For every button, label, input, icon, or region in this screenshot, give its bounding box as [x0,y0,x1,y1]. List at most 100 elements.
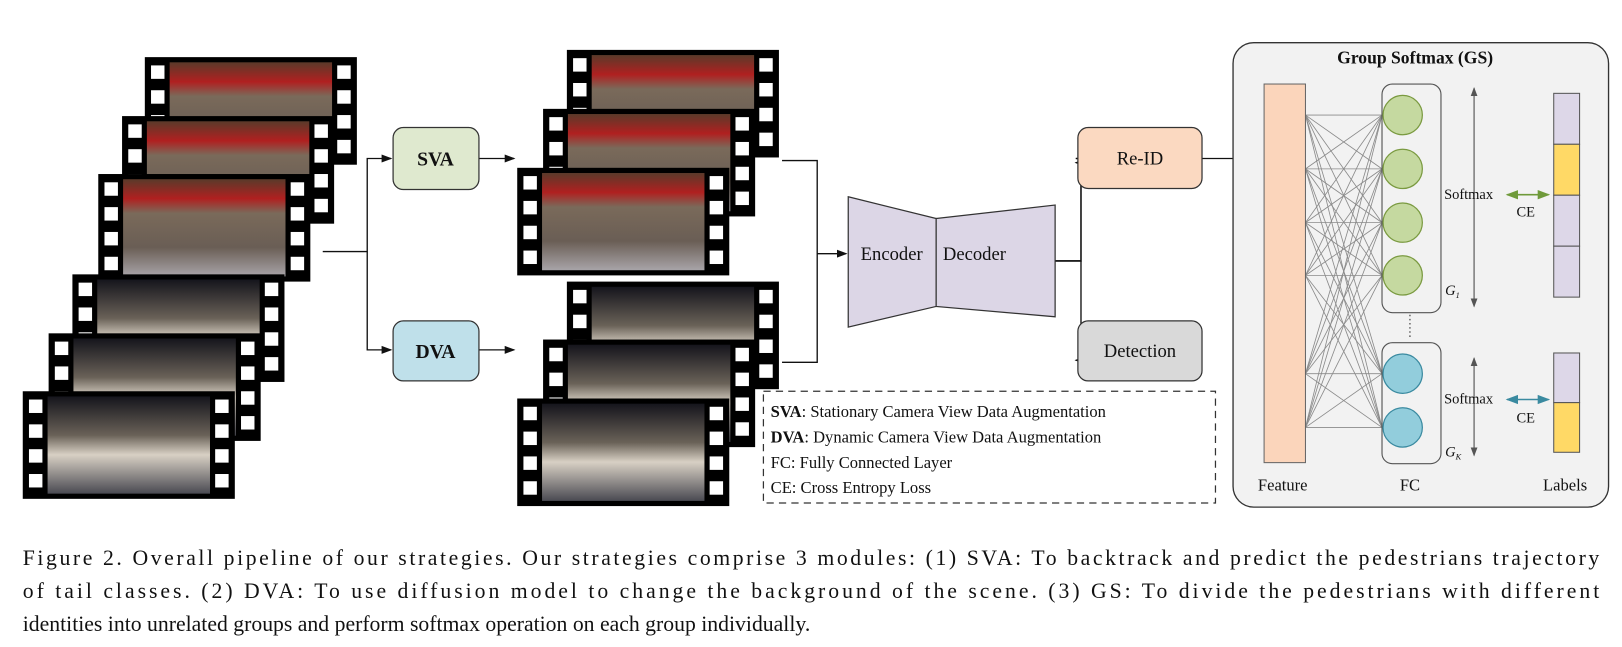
label-cell [1553,194,1581,247]
sprocket-hole [709,481,724,495]
sva-label: SVA [417,149,455,171]
sprocket-hole [523,250,537,265]
sprocket-hole [573,314,587,329]
decoder-label: Decoder [943,244,1007,265]
sprocket-hole [759,314,773,329]
sprocket-hole [28,424,43,438]
sprocket-hole [735,397,749,411]
sprocket-hole [759,58,773,72]
sprocket-hole [337,90,351,104]
label-cell [1553,245,1581,298]
sprocket-hole [523,456,537,470]
reid-head: Re-ID [1077,126,1203,190]
fc-node-group-k [1382,353,1423,394]
legend-entry: DVA: Dynamic Camera View Data Augmentati… [771,427,1102,446]
sprocket-hole [735,141,749,156]
labels-label: Labels [1543,476,1587,495]
sprocket-hole [759,82,773,97]
sprocket-hole [264,357,279,371]
sprocket-hole [314,198,328,213]
sprocket-hole [78,282,93,297]
sprocket-hole [735,191,749,206]
sprocket-hole [290,182,305,196]
sprocket-hole [128,149,142,163]
ce-label-k: CE [1516,410,1535,426]
legend-entry: FC: Fully Connected Layer [771,453,953,472]
sprocket-hole [759,289,773,304]
sprocket-hole [290,207,305,221]
sprocket-hole [128,124,142,138]
caption-line-2: of tail classes. (2) DVA: To use diffusi… [23,579,1599,603]
sprocket-hole [549,117,563,131]
sprocket-hole [709,431,724,446]
sprocket-hole [241,391,255,405]
frame-photo [47,396,210,494]
sprocket-hole [337,139,351,154]
sprocket-hole [573,82,587,97]
fc-label: FC [1400,476,1420,495]
legend-box: SVA: Stationary Camera View Data Augment… [762,390,1217,504]
dva-label: DVA [415,341,456,363]
sprocket-hole [759,107,773,122]
sprocket-hole [523,200,537,215]
sprocket-hole [264,332,279,346]
reid-label: Re-ID [1117,149,1164,170]
legend-entry: SVA: Stationary Camera View Data Augment… [771,402,1107,421]
sprocket-hole [215,449,229,463]
sprocket-hole [549,372,563,387]
sprocket-hole [28,474,43,488]
sprocket-hole [759,364,773,378]
sprocket-hole [54,366,69,380]
sprocket-hole [549,347,563,362]
sprocket-hole [215,424,229,438]
sprocket-hole [523,225,537,240]
sprocket-hole [28,399,43,413]
sprocket-hole [709,176,724,190]
sprocket-hole [151,90,165,104]
pipeline-figure: SVA DVA Encoder Decoder Re-ID Detection … [22,41,1610,636]
figure-caption: Figure 2. Overall pipeline of our strate… [23,546,1600,636]
detection-head: Detection [1077,320,1203,382]
sprocket-hole [735,422,749,436]
sprocket-hole [314,174,328,188]
legend-entry: CE: Cross Entropy Loss [771,478,931,497]
softmax-label-1: Softmax [1444,187,1494,203]
sprocket-hole [709,406,724,421]
feature-label: Feature [1258,476,1308,495]
sprocket-hole [523,431,537,446]
sprocket-hole [290,231,305,246]
video-frame [22,391,235,499]
gs-title: Group Softmax (GS) [1337,47,1493,67]
sprocket-hole [573,58,587,72]
softmax-label-k: Softmax [1444,392,1494,408]
sprocket-hole [104,231,118,246]
fc-node-group-1 [1382,255,1423,296]
caption-line-1: Figure 2. Overall pipeline of our strate… [23,546,1600,570]
sprocket-hole [314,124,328,138]
sprocket-hole [709,225,724,240]
sprocket-hole [709,250,724,265]
ce-label-1: CE [1516,204,1535,220]
sprocket-hole [523,481,537,495]
sprocket-hole [735,347,749,362]
frame-photo [542,403,705,501]
video-frame [98,174,311,282]
sprocket-hole [78,307,93,321]
sprocket-hole [709,456,724,470]
feature-bar [1263,83,1306,464]
sprocket-hole [54,341,69,356]
sprocket-hole [215,474,229,488]
sprocket-hole [735,372,749,387]
label-cell-active [1553,402,1581,453]
video-frame-stacks [22,49,779,507]
encoder-label: Encoder [861,244,924,265]
label-cell [1553,352,1581,404]
sprocket-hole [215,399,229,413]
sprocket-hole [709,200,724,215]
fc-node-group-1 [1382,94,1423,136]
sprocket-hole [337,65,351,79]
sprocket-hole [264,307,279,321]
sprocket-hole [264,282,279,297]
sprocket-hole [104,182,118,196]
label-cell-active [1553,143,1581,196]
